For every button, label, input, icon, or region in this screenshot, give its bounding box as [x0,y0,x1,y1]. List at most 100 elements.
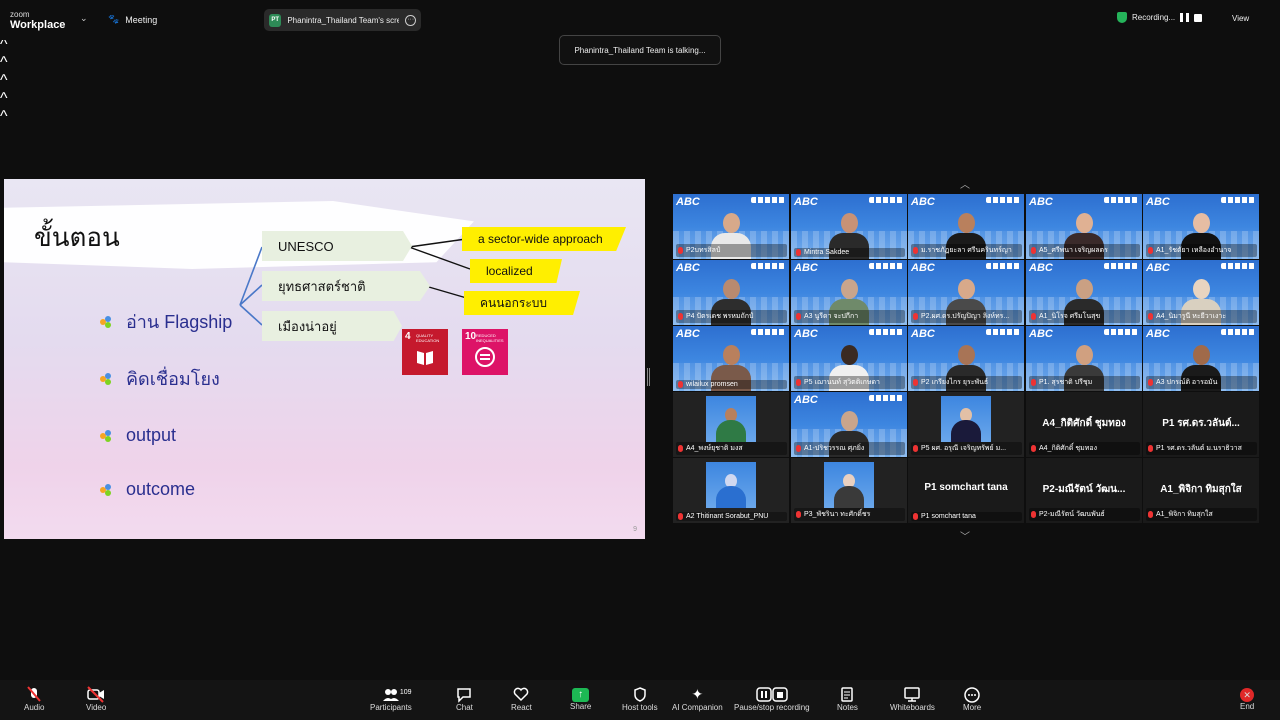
participant-tile[interactable]: ABC P1. สุรชาติ ปรีชุม [1026,326,1142,391]
participant-name: A4_กิติศักดิ์ ชุมทอง [1039,445,1098,452]
participant-tile[interactable]: ABC A4_นิมารูนี หะยีวาเงาะ [1143,260,1259,325]
participant-tile[interactable]: P1 รศ.ดร.วลันต์... P1 รศ.ดร.วลันต์ ม.นราธ… [1143,392,1259,457]
host-tools-button[interactable]: Host tools [622,686,658,712]
share-options-caret[interactable]: ^ [0,72,1280,90]
pause-icon[interactable] [1180,13,1190,22]
abc-logo: ABC [1029,262,1053,274]
notes-button[interactable]: Notes [837,686,858,712]
audio-label: Audio [24,703,45,712]
mic-muted-icon [913,313,918,320]
more-button[interactable]: More [963,686,981,712]
splitter-handle[interactable] [647,368,650,386]
participant-tile[interactable]: ABC A1_รัชตัยา เหลืองอำนาจ [1143,194,1259,259]
sponsor-logos [1104,197,1138,203]
react-button[interactable]: React [511,686,532,712]
sponsor-logos [1221,197,1255,203]
participant-tile[interactable]: ABC A1-ปริชวรรณ ศุภยิ่ง [791,392,907,457]
participant-tile[interactable]: A2 Thitinant Sorabut_PNU [673,458,789,523]
chevron-down-icon[interactable]: ⌄ [80,13,88,24]
participant-display-name: P1 รศ.ดร.วลันต์... [1162,418,1240,429]
participant-tile[interactable]: ABC ม.ราชภัฏยะลา ศรีนครินทร์ญา [908,194,1024,259]
sponsor-logos [751,263,785,269]
sdg-text: REDUCED INEQUALITIES [476,333,504,343]
participant-tile[interactable]: ABC P2.ผศ.ดร.ปรัญปิญา ลิงห์ทร... [908,260,1024,325]
screen-share-indicator[interactable]: PT Phanintra_Thailand Team's scree ··· [264,9,421,31]
share-button[interactable]: ↑ Share [570,686,591,711]
chat-label: Chat [456,703,473,712]
notes-label: Notes [837,703,858,712]
participant-tile[interactable]: A1_พิจิกา ทิมสุกใส A1_พิจิกา ทิมสุกใส [1143,458,1259,523]
chat-button[interactable]: Chat [456,686,473,712]
participant-name-label: P5 ผศ. อรุณี เจริญทรัพย์ ม... [911,442,1022,455]
participant-tile[interactable]: A4_กิติศักดิ์ ชุมทอง A4_กิติศักดิ์ ชุมทอง [1026,392,1142,457]
sponsor-logos [986,329,1020,335]
participant-tile[interactable]: P1 somchart tana P1 somchart tana [908,458,1024,523]
mic-muted-icon [1148,313,1153,320]
close-icon: ✕ [1240,688,1255,702]
mic-muted-icon [1031,445,1036,452]
top-bar: zoom Workplace ⌄ 🐾 Meeting PT Phanintra_… [0,0,1280,40]
participant-tile[interactable]: P2-มณีรัตน์ วัฒน... P2-มณีรัตน์ วัฒนพันธ์ [1026,458,1142,523]
participant-tile[interactable]: ABC A3 นูรีดา จะปกีกา [791,260,907,325]
participant-tile[interactable]: ABC wilailux promsen [673,326,789,391]
mic-muted-icon [678,513,683,520]
sdg4-icon: 4 QUALITY EDUCATION [402,329,448,375]
participant-tile[interactable]: ABC P2บทรสิลป์ [673,194,789,259]
participant-tile[interactable]: ABC A1_นิโรจ ศรีมโนสุข [1026,260,1142,325]
participant-tile[interactable]: ABC P2 เกรียงไกร ยุระพันธ์ [908,326,1024,391]
participant-tile[interactable]: ABC A5_ศรีพนา เจริญผลตร [1026,194,1142,259]
slide-page-number: 9 [633,526,637,533]
participant-tile[interactable]: P3_พัชรินา ทะศักดิ์ชร [791,458,907,523]
chevron-down-icon[interactable]: ﹀ [960,528,970,543]
participants-button[interactable]: 109 Participants [370,686,412,712]
sponsor-logos [1221,263,1255,269]
meeting-info-button[interactable]: 🐾 Meeting [108,14,157,25]
notes-options-caret[interactable]: ^ [0,90,1280,108]
sponsor-logos [986,197,1020,203]
chevron-up-icon[interactable]: ︿ [960,176,970,191]
end-button[interactable]: ✕ End [1240,686,1254,711]
participant-name-label: P2บทรสิลป์ [676,244,787,257]
participant-name: P3_พัชรินา ทะศักดิ์ชร [804,511,871,518]
stop-icon[interactable] [1194,13,1203,22]
presenter-avatar: PT [269,13,282,27]
mic-muted-icon [796,249,801,256]
participant-tile[interactable]: A4_พงษ์ยุชาติ มงส [673,392,789,457]
logo-line2: Workplace [10,19,66,31]
equality-icon [475,347,495,367]
mic-muted-icon [1031,379,1036,386]
whiteboards-options-caret[interactable]: ^ [0,108,1280,126]
share-label: Share [570,702,592,711]
mic-muted-icon [1031,313,1036,320]
participant-display-name: P1 somchart tana [924,482,1008,493]
participant-tile[interactable]: ABC Mintra Sakdee [791,194,907,259]
whiteboards-button[interactable]: Whiteboards [890,686,935,712]
yellow-label: a sector-wide approach [462,227,626,251]
participant-name: A1_นิโรจ ศรีมโนสุข [1039,313,1101,320]
pause-recording-button[interactable]: Pause/stop recording [734,686,810,712]
view-button[interactable]: View [1232,14,1249,23]
more-dots-icon [963,686,981,703]
heart-icon [513,686,529,703]
mic-muted-icon [678,247,683,254]
sponsor-logos [869,395,903,401]
participant-tile[interactable]: ABC A3 ปกรณ์ติ อารอมัน [1143,326,1259,391]
mic-muted-icon [796,313,801,320]
participant-name-label: A4_นิมารูนี หะยีวาเงาะ [1146,310,1257,323]
abc-logo: ABC [911,196,935,208]
participant-name-label: P4 ปัตรเดช พรหมถักป์ [676,310,787,323]
participant-name-label: A1_พิจิกา ทิมสุกใส [1146,508,1257,521]
video-button[interactable]: Video [86,686,106,712]
sdg-number: 4 [405,331,411,342]
participant-name: P2บทรสิลป์ [686,247,721,254]
mic-muted-icon [796,511,801,518]
participant-tile[interactable]: ABC P5 เฌานนท์ สุวิตติเกษดา [791,326,907,391]
sponsor-logos [869,197,903,203]
ai-companion-button[interactable]: ✦ AI Companion [672,686,723,712]
recording-indicator: Recording... [1117,12,1203,23]
more-options-icon[interactable]: ··· [405,14,416,26]
participant-name-label: P5 เฌานนท์ สุวิตติเกษดา [794,376,905,389]
audio-button[interactable]: Audio [24,686,44,712]
participant-tile[interactable]: P5 ผศ. อรุณี เจริญทรัพย์ ม... [908,392,1024,457]
participant-tile[interactable]: ABC P4 ปัตรเดช พรหมถักป์ [673,260,789,325]
